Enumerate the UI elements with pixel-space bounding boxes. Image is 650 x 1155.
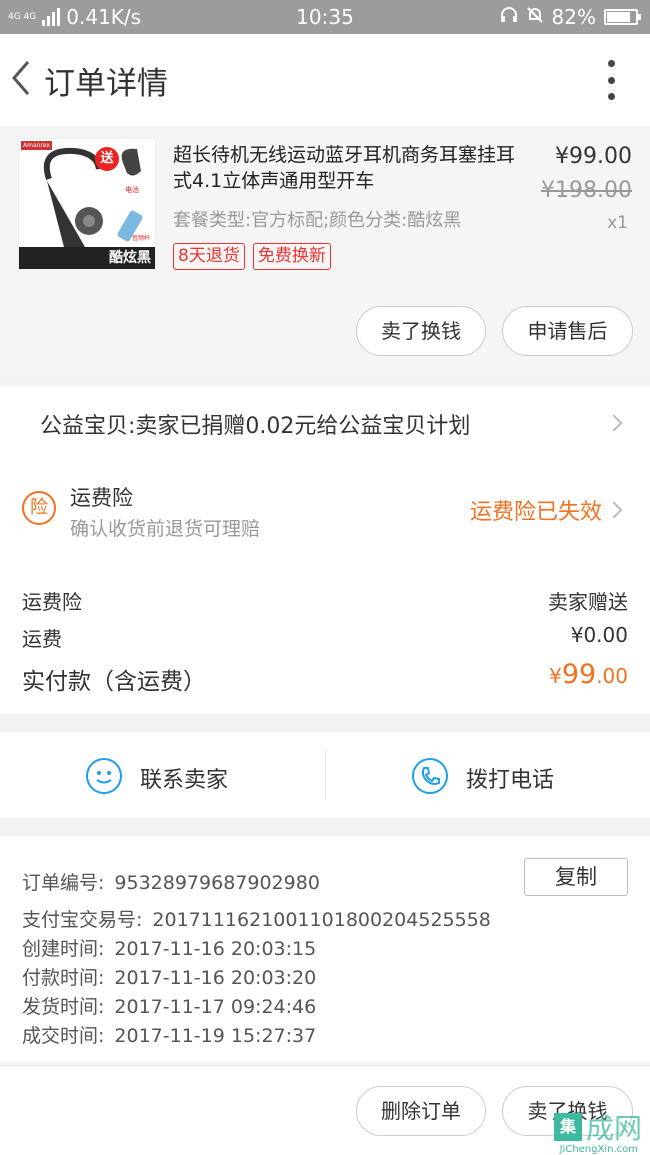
completed-row: 成交时间: 2017-11-19 15:27:37 [22,1021,316,1048]
service-badges: 8天退货 免费换新 [173,243,331,270]
paid-time: 2017-11-16 20:03:20 [114,967,317,989]
bottom-action-bar: 删除订单 卖了换钱 集 成网 JiChengXin.com [0,1065,650,1155]
call-phone-label: 拨打电话 [466,768,555,793]
shipping-fee-value: ¥0.00 [570,623,628,647]
created-time: 2017-11-16 20:03:15 [114,938,317,960]
watermark-text: 成网 [585,1112,642,1145]
copy-button[interactable]: 复制 [524,858,628,896]
order-info: 订单编号: 95328979687902980 复制 支付宝交易号: 2017111… [0,836,650,1062]
completed-time: 2017-11-19 15:27:37 [114,1025,317,1047]
chat-face-icon [86,758,122,794]
total-label: 实付款（含运费） [22,669,206,695]
shipped-row: 发货时间: 2017-11-17 09:24:46 [22,992,316,1019]
gift-badge: 送 [95,147,119,171]
created-row: 创建时间: 2017-11-16 20:03:15 [22,934,316,961]
image-label-battery: 电池 [125,186,139,194]
return-badge: 8天退货 [173,243,245,270]
phone-icon [412,758,448,794]
product-title[interactable]: 超长待机无线运动蓝牙耳机商务耳塞挂耳式4.1立体声通用型开车 [173,142,528,194]
delete-order-button[interactable]: 删除订单 [356,1086,486,1136]
charity-row[interactable]: 公益宝贝:卖家已捐赠0.02元给公益宝贝计划 [0,386,650,462]
completed-label: 成交时间: [22,1025,105,1047]
insurance-row[interactable]: 险 运费险 确认收货前退货可理赔 运费险已失效 [0,462,650,562]
sell-button[interactable]: 卖了换钱 [356,306,486,356]
total-integer: 99 [561,659,597,690]
status-bar: 4G 4G 0.41K/s 10:35 82% [0,0,650,34]
charity-text: 公益宝贝:卖家已捐赠0.02元给公益宝贝计划 [40,414,471,439]
headphones-icon [500,5,518,29]
alipay-row: 支付宝交易号: 2017111621001101800204525558 [22,905,491,932]
chevron-right-icon [605,501,623,519]
fee-summary: 运费险 卖家赠送 运费 ¥0.00 实付款（含运费） ¥99.00 [0,562,650,714]
exchange-badge: 免费换新 [252,243,331,270]
total-value: ¥99.00 [549,659,628,690]
product-price: ¥99.00 [555,144,632,169]
after-sale-button[interactable]: 申请售后 [502,306,633,356]
image-label-stem: 音频杆 [132,235,151,242]
insurance-fee-label: 运费险 [22,590,82,614]
product-spec: 套餐类型:官方标配;颜色分类:酷炫黑 [173,210,462,231]
watermark: 集 成网 JiChengXin.com [553,1107,642,1155]
watermark-url: JiChengXin.com [559,1144,638,1155]
total-currency: ¥ [549,664,562,688]
paid-label: 付款时间: [22,967,105,989]
battery-icon [604,9,641,25]
contact-seller-label: 联系卖家 [140,768,229,793]
call-phone-button[interactable]: 拨打电话 [326,732,650,818]
shipped-label: 发货时间: [22,996,105,1018]
insurance-fee-value: 卖家赠送 [548,590,628,614]
watermark-logo: 集 [553,1113,582,1141]
chevron-right-icon [605,414,623,432]
order-number-row: 订单编号: 95328979687902980 [22,868,320,895]
created-label: 创建时间: [22,938,105,960]
paid-row: 付款时间: 2017-11-16 20:03:20 [22,963,316,990]
insurance-title: 运费险 [70,486,133,510]
insurance-status: 运费险已失效 [469,500,602,525]
shipping-fee-row: 运费 ¥0.00 [22,623,628,652]
quantity: x1 [607,213,628,233]
shipping-fee-label: 运费 [22,627,62,651]
order-number-label: 订单编号: [22,872,105,894]
original-price: ¥198.00 [541,178,632,203]
battery-fill [607,12,630,22]
product-image[interactable]: Amanrex 送 电池 音频杆 酷炫黑 [18,138,156,270]
alipay-number: 2017111621001101800204525558 [152,909,491,931]
product-card[interactable]: Amanrex 送 电池 音频杆 酷炫黑 超长待机无线运动蓝牙耳机商务耳塞挂耳式… [0,126,650,376]
mute-bell-icon [526,5,544,29]
image-caption: 酷炫黑 [19,247,155,269]
back-arrow-icon [12,61,30,95]
shipped-time: 2017-11-17 09:24:46 [114,996,317,1018]
total-decimal: .00 [596,664,628,688]
more-menu-icon[interactable] [608,60,616,100]
insurance-fee-row: 运费险 卖家赠送 [22,586,628,615]
back-button[interactable] [8,56,38,100]
battery-percent: 82% [551,5,596,29]
contact-bar: 联系卖家 拨打电话 [0,732,650,818]
alipay-label: 支付宝交易号: [22,909,143,931]
order-number: 95328979687902980 [114,872,320,894]
contact-seller-button[interactable]: 联系卖家 [0,732,325,818]
insurance-subtitle: 确认收货前退货可理赔 [70,518,261,540]
nav-bar: 订单详情 [0,34,650,126]
total-row: 实付款（含运费） ¥99.00 [22,659,628,696]
insurance-icon: 险 [22,491,56,525]
page-title: 订单详情 [44,66,168,102]
